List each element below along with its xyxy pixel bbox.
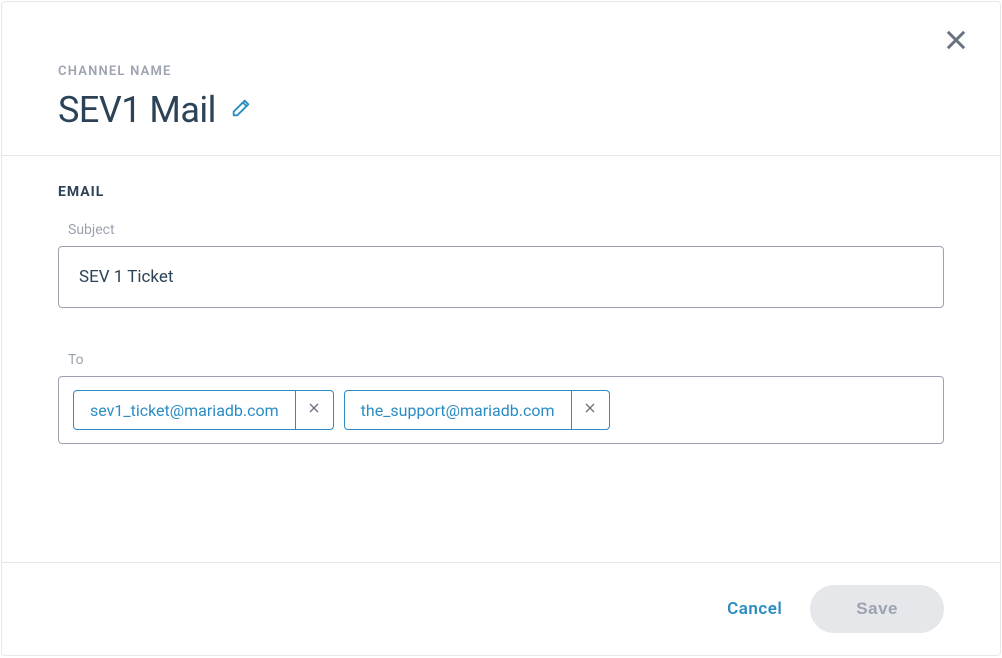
to-recipients-input[interactable]: sev1_ticket@mariadb.com the_support@mari… [58, 376, 944, 444]
remove-recipient-button[interactable] [295, 391, 333, 429]
pencil-icon [230, 97, 252, 123]
recipient-email: sev1_ticket@mariadb.com [74, 391, 295, 429]
modal-body: EMAIL Subject To sev1_ticket@mariadb.com… [2, 156, 1000, 562]
title-row: SEV1 Mail [58, 89, 944, 131]
modal-header: CHANNEL NAME SEV1 Mail [2, 2, 1000, 156]
subject-field-group: Subject [58, 222, 944, 308]
subject-label: Subject [68, 222, 944, 238]
to-field-group: To sev1_ticket@mariadb.com the_support@m… [58, 352, 944, 444]
close-icon [306, 400, 322, 420]
close-icon [582, 400, 598, 420]
edit-title-button[interactable] [230, 97, 252, 123]
subject-input[interactable] [58, 246, 944, 308]
recipient-email: the_support@mariadb.com [345, 391, 571, 429]
channel-edit-modal: CHANNEL NAME SEV1 Mail EMAIL Subject To … [1, 1, 1001, 656]
to-label: To [68, 352, 944, 368]
channel-name-label: CHANNEL NAME [58, 64, 944, 79]
recipient-chip: the_support@mariadb.com [344, 390, 610, 430]
recipient-chip: sev1_ticket@mariadb.com [73, 390, 334, 430]
close-icon [942, 26, 970, 58]
channel-title: SEV1 Mail [58, 89, 216, 131]
remove-recipient-button[interactable] [571, 391, 609, 429]
close-button[interactable] [940, 26, 972, 58]
email-section-heading: EMAIL [58, 184, 944, 200]
save-button[interactable]: Save [810, 585, 944, 633]
modal-footer: Cancel Save [2, 562, 1000, 655]
cancel-button[interactable]: Cancel [727, 599, 782, 619]
